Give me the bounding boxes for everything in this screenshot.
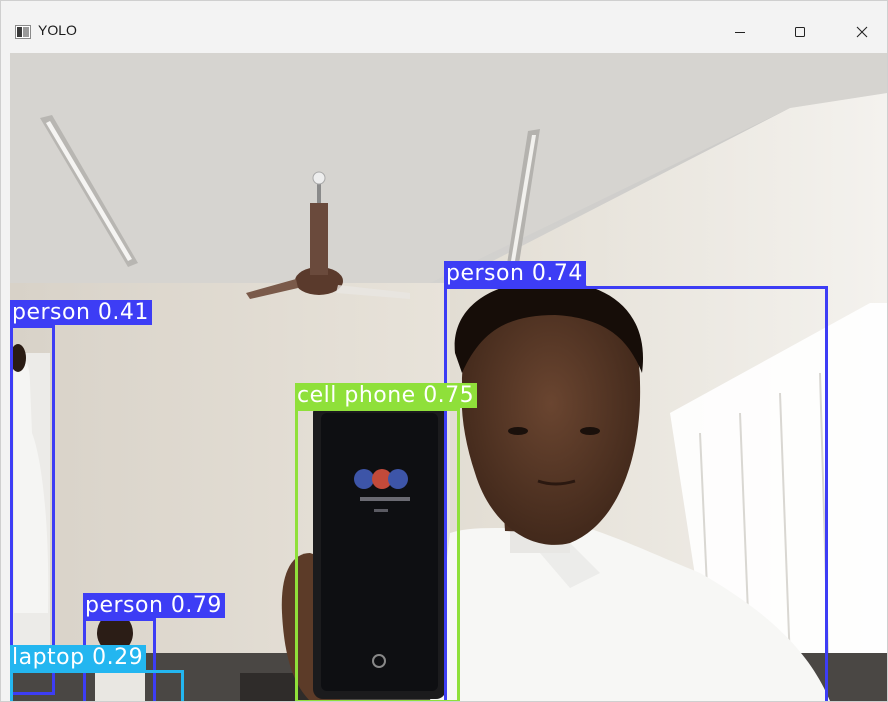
detection-label: cell phone 0.75 (295, 383, 478, 408)
detection-box-person (10, 325, 55, 695)
detection-box-cell-phone (295, 408, 460, 701)
detection-label: person 0.74 (444, 261, 586, 286)
detection-label: person 0.41 (10, 300, 152, 325)
detection-label: person 0.79 (83, 593, 225, 618)
window-title: YOLO (38, 22, 77, 38)
app-window: YOLO person 0.74 person 0.41 cell phone … (0, 0, 888, 702)
minimize-button[interactable] (717, 15, 763, 49)
camera-frame: person 0.74 person 0.41 cell phone 0.75 … (10, 53, 887, 701)
detection-box-person (444, 286, 828, 701)
maximize-icon (795, 27, 805, 37)
detection-label: laptop 0.29 (10, 645, 147, 670)
maximize-button[interactable] (777, 15, 823, 49)
close-button[interactable] (839, 15, 885, 49)
minimize-icon (735, 32, 745, 33)
detection-box-laptop (10, 670, 184, 701)
close-icon (856, 26, 868, 38)
title-bar[interactable]: YOLO (1, 1, 887, 53)
app-icon (15, 24, 31, 39)
